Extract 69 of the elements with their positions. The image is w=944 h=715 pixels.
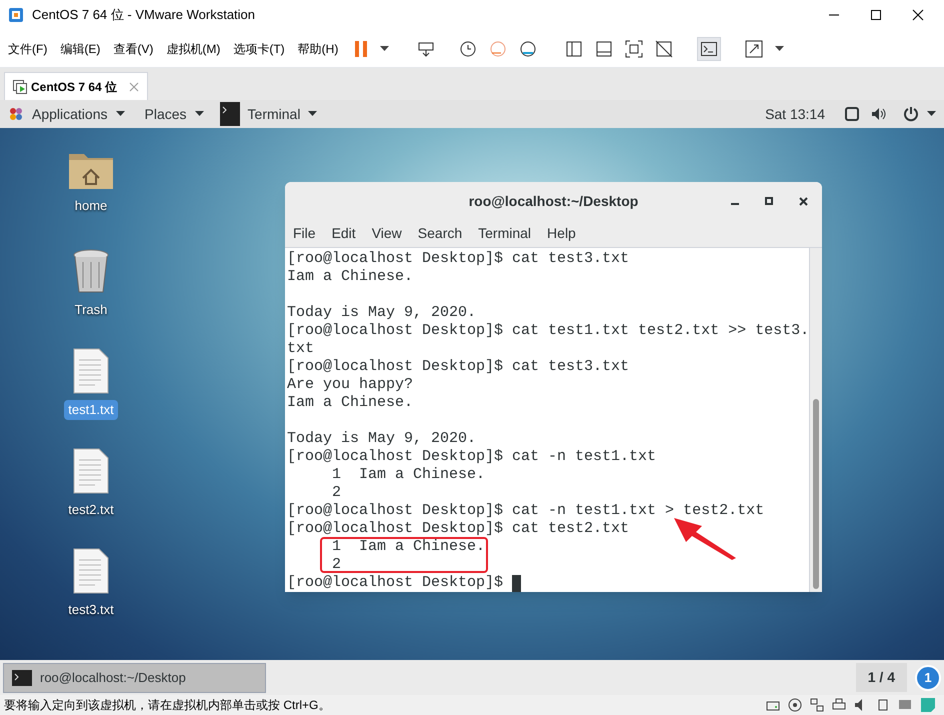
menu-item[interactable]: 帮助(H) — [298, 40, 338, 58]
menu-item[interactable]: Edit — [332, 223, 356, 244]
document-icon — [73, 448, 109, 494]
vm-icon — [13, 80, 27, 94]
top-bar-menu[interactable]: Applications — [32, 104, 124, 124]
window-label: roo@localhost:~/Desktop — [40, 668, 186, 687]
workspace-indicator[interactable]: 1 / 4 — [856, 663, 907, 692]
power-icon[interactable] — [903, 106, 919, 122]
caret-icon — [308, 111, 318, 117]
window-title: CentOS 7 64 位 - VMware Workstation — [32, 6, 256, 24]
close-icon[interactable] — [799, 196, 808, 206]
revert-snapshot-icon[interactable] — [489, 40, 508, 58]
status-message: 要将输入定向到该虚拟机，请在虚拟机内部单击或按 Ctrl+G。 — [4, 697, 330, 714]
icon-label[interactable]: Trash — [70, 300, 112, 320]
vm-tab[interactable]: CentOS 7 64 位 — [4, 72, 148, 100]
document-icon — [73, 548, 109, 594]
menu-item[interactable]: 查看(V) — [113, 40, 154, 58]
thumbnail-bar-icon[interactable] — [595, 40, 614, 58]
sidebar-icon[interactable] — [565, 40, 584, 58]
scrollbar[interactable] — [809, 248, 822, 592]
app-menu[interactable]: Terminal — [240, 104, 322, 124]
caret-icon — [116, 111, 124, 117]
menu-item[interactable]: 编辑(E) — [60, 40, 100, 58]
menu-item[interactable]: Help — [547, 223, 576, 244]
caret-icon[interactable] — [927, 111, 936, 117]
icon-label[interactable]: home — [70, 196, 112, 216]
arrow-icon — [672, 516, 738, 562]
snapshot-manager-icon[interactable] — [519, 40, 538, 58]
unity-icon[interactable] — [655, 40, 674, 58]
terminal-output[interactable]: [roo@localhost Desktop]$ cat test3.txt Iam a Chinese. Today is May 9, 2020. [roo@localhost Desktop]$ cat test1.txt test2.txt >> test3. txt [roo@localhost Desktop]$ cat test3.txt Are you happy? Iam a Chinese. Today is May 9, 2020. [roo@localhost Desktop]$ cat -n test1.txt 1 Iam a Chinese. 2 [roo@localhost Desktop]$ cat -n test1.txt > test2.txt [roo@localhost Desktop]$ cat test2.txt 1 Iam a Chinese. 2 [roo@localhost Desktop]$ — [285, 248, 810, 592]
taskbar-window-button[interactable]: roo@localhost:~/Desktop — [3, 662, 266, 692]
caret-icon — [194, 111, 204, 117]
display-icon[interactable] — [898, 698, 912, 712]
maximize-icon[interactable] — [870, 9, 882, 21]
trash-icon — [71, 248, 111, 294]
menu-item[interactable]: 选项卡(T) — [233, 40, 285, 58]
tab-label: CentOS 7 64 位 — [31, 78, 118, 96]
window-icon[interactable] — [845, 107, 859, 121]
top-bar-menu[interactable]: Places — [144, 104, 204, 124]
disc-icon[interactable] — [788, 698, 802, 712]
menu-item[interactable]: Terminal — [478, 223, 532, 244]
volume-icon[interactable] — [871, 107, 887, 121]
icon-label[interactable]: test3.txt — [64, 600, 118, 620]
printer-icon[interactable] — [832, 698, 846, 712]
snapshot-icon[interactable] — [459, 40, 478, 58]
pause-icon[interactable] — [354, 40, 368, 58]
terminal-app-icon — [12, 670, 32, 686]
menu-item[interactable]: Search — [418, 223, 462, 244]
fullscreen-icon[interactable] — [625, 40, 644, 58]
maximize-icon[interactable] — [765, 197, 773, 205]
menu-item[interactable]: 文件(F) — [8, 40, 48, 58]
network-icon[interactable] — [810, 698, 824, 712]
send-keys-icon[interactable] — [417, 40, 436, 58]
app-logo-icon — [8, 7, 24, 23]
caret-icon[interactable] — [775, 46, 784, 52]
menu-item[interactable]: File — [293, 223, 316, 244]
close-icon[interactable] — [912, 9, 924, 21]
stretch-icon[interactable] — [745, 40, 764, 58]
console-view-button[interactable] — [697, 36, 722, 60]
document-icon — [73, 348, 109, 394]
clock[interactable]: Sat 13:14 — [765, 104, 825, 124]
terminal-title: roo@localhost:~/Desktop — [468, 192, 638, 211]
usb-icon[interactable] — [876, 698, 890, 712]
menu-item[interactable]: View — [372, 223, 402, 244]
icon-label[interactable]: test2.txt — [64, 500, 118, 520]
caret-icon[interactable] — [380, 46, 390, 52]
menu-item[interactable]: 虚拟机(M) — [166, 40, 220, 58]
notification-badge[interactable]: 1 — [915, 664, 941, 690]
applications-icon — [8, 106, 24, 122]
